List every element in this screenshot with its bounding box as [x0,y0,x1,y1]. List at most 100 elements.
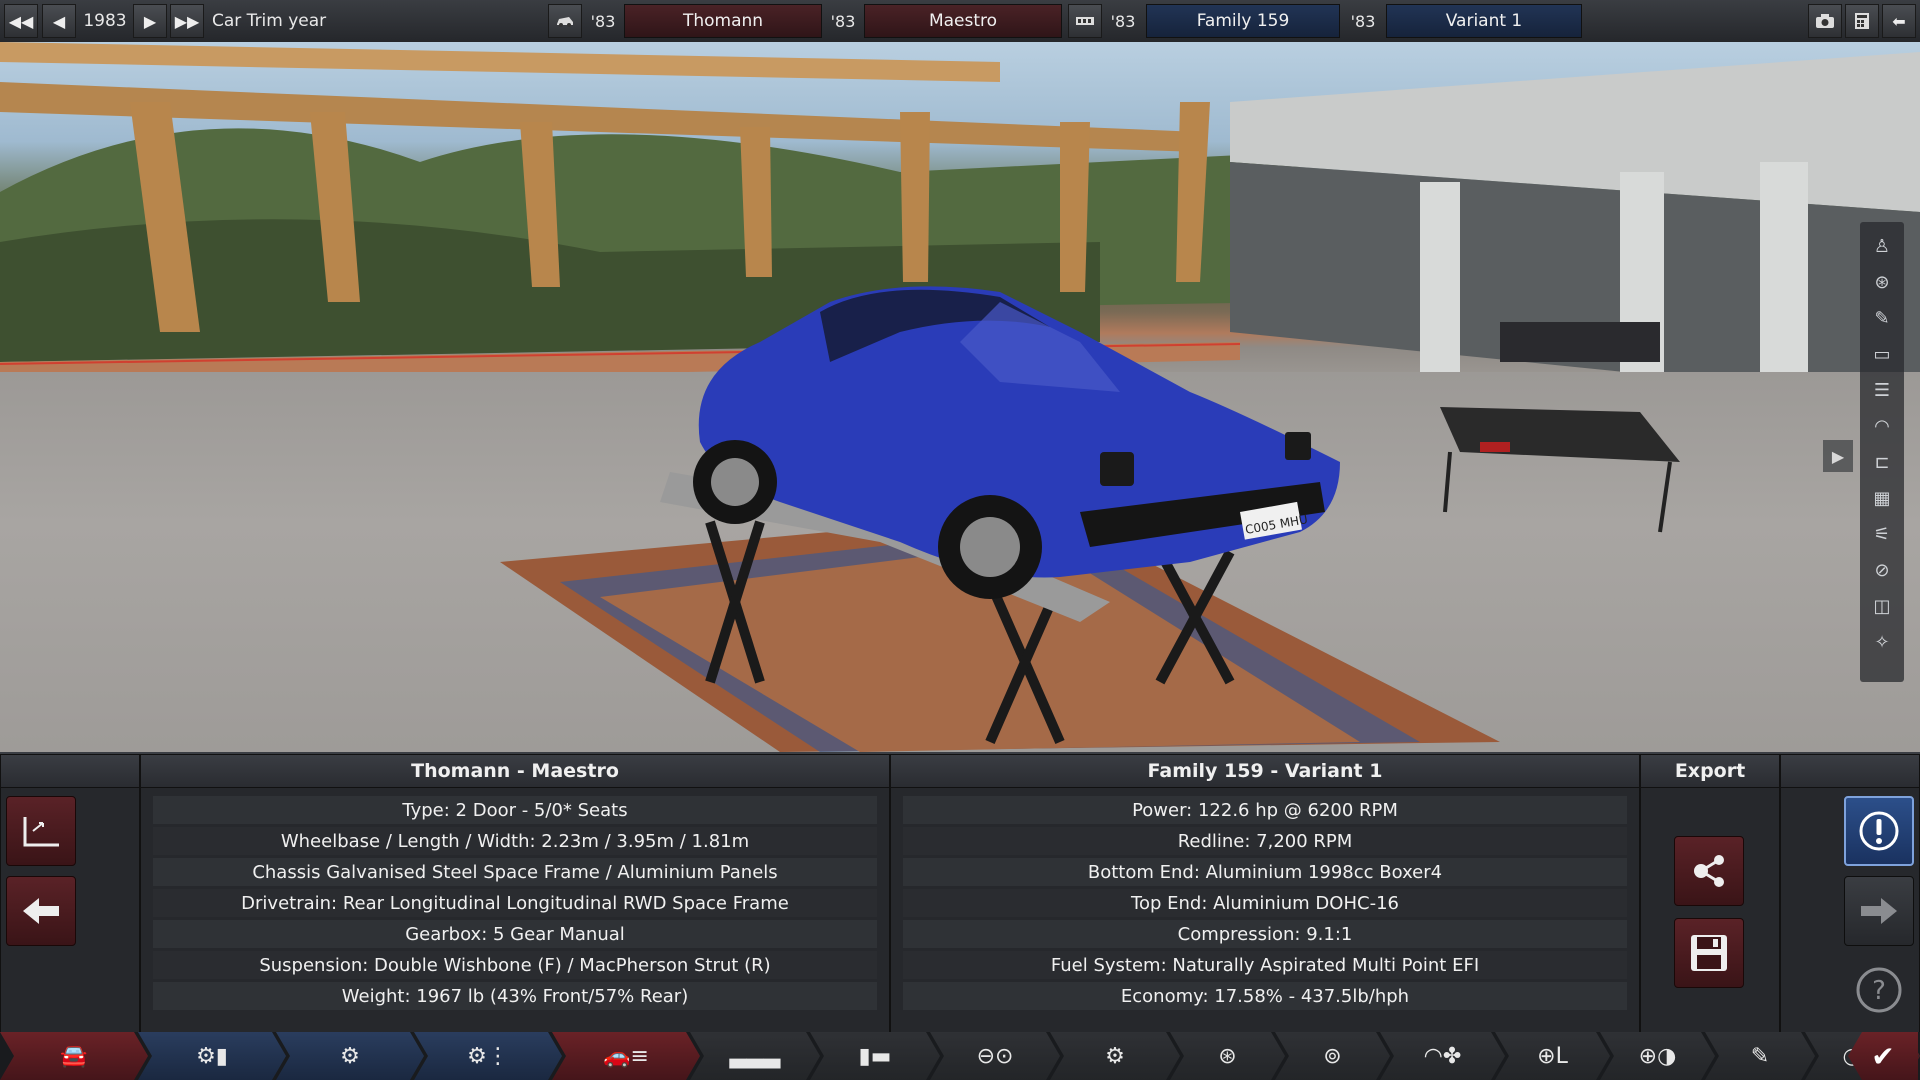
engine-stat-fuel-system: Fuel System: Naturally Aspirated Multi P… [903,951,1627,979]
axis-icon [23,817,59,847]
top-bar: ◀◀ ◀ 1983 ▶ ▶▶ Car Trim year '83 Thomann… [0,0,1920,43]
brake-disc-icon: ⊚ [1323,1043,1342,1069]
save-button[interactable] [1674,918,1744,988]
exclamation-icon [1859,811,1899,851]
tab-finish[interactable]: ✔ [1848,1032,1918,1080]
floppy-disk-icon [1691,935,1727,971]
tab-brakes[interactable]: ⊚ [1275,1032,1390,1080]
tab-engine-fitting[interactable]: ⊖⊙ [930,1032,1060,1080]
year-forward-button[interactable]: ▶ [133,4,167,38]
share-button[interactable] [1674,836,1744,906]
side-panel-expand-button[interactable]: ▶ [1823,440,1853,472]
car-stat-suspension: Suspension: Double Wishbone (F) / MacPhe… [153,951,877,979]
placement-icon: ▮▬ [858,1043,892,1069]
export-title: Export [1640,754,1780,788]
family-year: '83 [1110,11,1136,31]
year-label: Car Trim year [212,11,327,31]
engine-stat-redline: Redline: 7,200 RPM [903,827,1627,855]
tab-aero[interactable]: ◠✤ [1380,1032,1505,1080]
year-back-button[interactable]: ◀ [42,4,76,38]
variant-name-field[interactable]: Variant 1 [1386,4,1582,38]
back-button[interactable] [6,876,76,946]
tab-safety[interactable]: ⊕◑ [1600,1032,1715,1080]
camera-icon [1816,14,1834,28]
tab-engine-design[interactable]: ⚙ [276,1032,424,1080]
body-icon[interactable]: ◠ [1870,414,1894,438]
safety-icon: ⊕◑ [1638,1043,1677,1069]
brake-icon[interactable]: ⊘ [1870,558,1894,582]
screenshot-button[interactable] [1808,4,1842,38]
share-icon [1694,855,1724,887]
engine-view-icon[interactable]: ▭ [1870,342,1894,366]
car-stat-chassis: Chassis Galvanised Steel Space Frame / A… [153,858,877,886]
trim-year: '83 [830,11,856,31]
car-stat-dimensions: Wheelbase / Length / Width: 2.23m / 3.95… [153,827,877,855]
tab-engine-placement[interactable]: ▮▬ [810,1032,940,1080]
double-right-arrow-icon: ▶▶ [174,11,200,31]
car-stat-gearbox: Gearbox: 5 Gear Manual [153,920,877,948]
car-side-icon[interactable]: ⊏ [1870,450,1894,474]
piston-icon: ⚙ [340,1043,360,1069]
warnings-button[interactable] [1844,796,1914,866]
chassis-icon[interactable]: ☰ [1870,378,1894,402]
tab-car-model[interactable]: 🚘 [0,1032,148,1080]
engine-block-icon: ⚙▮ [196,1043,228,1069]
wheel-icon[interactable]: ⊛ [1870,270,1894,294]
steering-wheel-icon: ⊕L [1537,1043,1568,1069]
model-name-field[interactable]: Thomann [624,4,822,38]
light-bulb-icon[interactable]: ✧ [1870,630,1894,654]
car-summary-title: Thomann - Maestro [140,754,890,788]
car-summary-list: Type: 2 Door - 5/0* Seats Wheelbase / Le… [140,788,890,1034]
left-arrow-icon [23,898,59,924]
tab-tuning[interactable]: ✎ [1705,1032,1815,1080]
tab-gearbox[interactable]: ⚙ [1050,1032,1180,1080]
car-front-icon: 🚘 [60,1043,88,1069]
car-stat-type: Type: 2 Door - 5/0* Seats [153,796,877,824]
engine-stat-bottom-end: Bottom End: Aluminium 1998cc Boxer4 [903,858,1627,886]
engine-family-button[interactable] [1068,4,1102,38]
tuning-icon: ✎ [1750,1043,1770,1069]
exit-button[interactable]: ⬅ [1882,4,1916,38]
tab-engine-tune[interactable]: ⚙⋮ [414,1032,562,1080]
next-button[interactable] [1844,876,1914,946]
tab-engine-family[interactable]: ⚙▮ [138,1032,286,1080]
year-jump-back-button[interactable]: ◀◀ [4,4,38,38]
back-arrow-icon: ⬅ [1892,11,1906,31]
panel-icon[interactable]: ◫ [1870,594,1894,618]
double-left-arrow-icon: ◀◀ [8,11,34,31]
year-value: 1983 [83,11,127,31]
view-toolbar: ♙ ⊛ ✎ ▭ ☰ ◠ ⊏ ▦ ⚟ ⊘ ◫ ✧ [1860,222,1904,682]
model-year: '83 [590,11,616,31]
car-viewport[interactable]: C005 MHU ▶ ♙ ⊛ ✎ ▭ ☰ ◠ ⊏ ▦ ⚟ ⊘ ◫ ✧ [0,42,1920,752]
paint-icon[interactable]: ✎ [1870,306,1894,330]
year-jump-forward-button[interactable]: ▶▶ [170,4,204,38]
family-name-field[interactable]: Family 159 [1146,4,1340,38]
car-body-icon: ▃▃▃ [729,1043,781,1069]
car-stat-drivetrain: Drivetrain: Rear Longitudinal Longitudin… [153,889,877,917]
calculator-button[interactable] [1845,4,1879,38]
export-column [1640,788,1780,1034]
wheel-icon: ⊛ [1218,1043,1237,1069]
tab-interior[interactable]: ⊕L [1495,1032,1610,1080]
engine-summary-title: Family 159 - Variant 1 [890,754,1640,788]
tab-wheels[interactable]: ⊛ [1170,1032,1285,1080]
engine-icon [1076,17,1094,25]
engine-stat-compression: Compression: 9.1:1 [903,920,1627,948]
car-trim-icon: 🚗≡ [603,1043,649,1069]
car-model-button[interactable] [548,4,582,38]
suspension-icon[interactable]: ⚟ [1870,522,1894,546]
dimensions-button[interactable] [6,796,76,866]
trim-name-field[interactable]: Maestro [864,4,1062,38]
engine-tune-icon: ⚙⋮ [467,1043,509,1069]
checkmark-icon: ✔ [1871,1039,1895,1073]
tab-car-trim[interactable]: 🚗≡ [552,1032,700,1080]
grille-icon[interactable]: ▦ [1870,486,1894,510]
person-icon[interactable]: ♙ [1870,234,1894,258]
play-arrow-icon: ▶ [1831,446,1845,466]
tab-body[interactable]: ▃▃▃ [690,1032,820,1080]
help-button[interactable]: ? [1855,966,1903,1014]
question-mark-icon: ? [1856,967,1902,1013]
engine-stat-top-end: Top End: Aluminium DOHC-16 [903,889,1627,917]
background-table [1440,407,1680,533]
engine-summary-list: Power: 122.6 hp @ 6200 RPM Redline: 7,20… [890,788,1640,1034]
